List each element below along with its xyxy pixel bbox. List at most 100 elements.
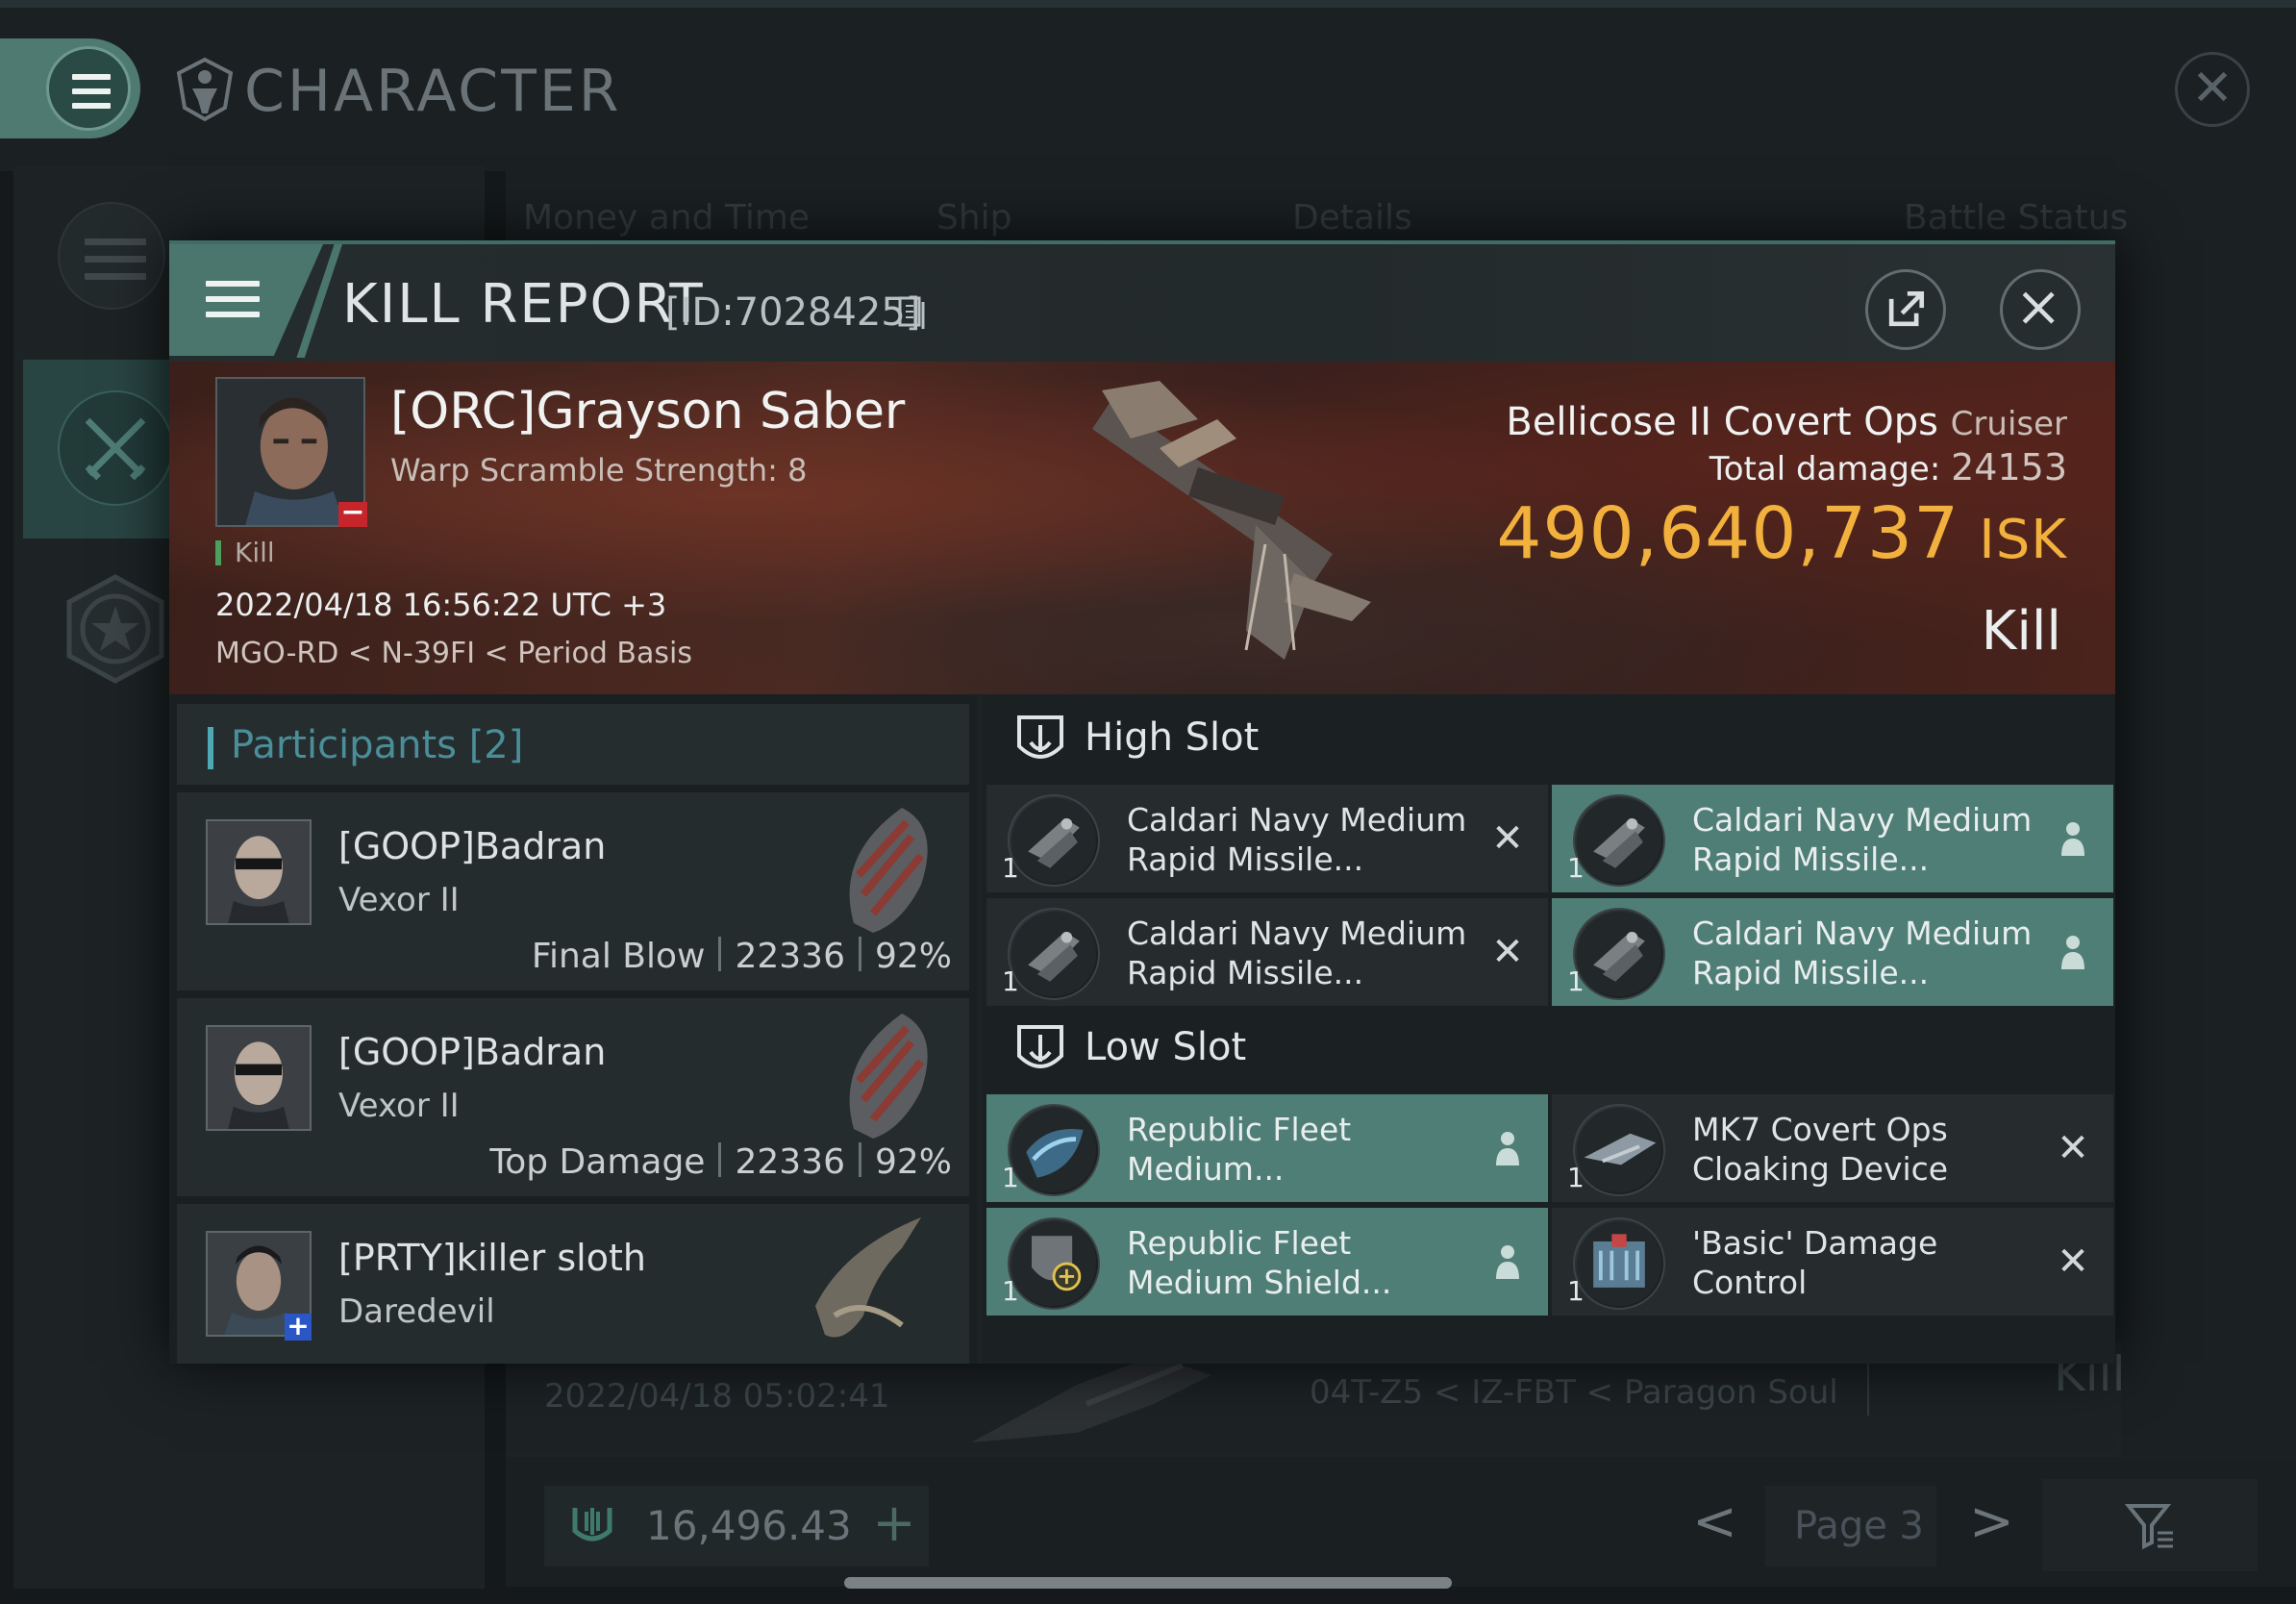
participant-percent: 92% — [874, 937, 952, 976]
page-prev-button[interactable]: < — [1692, 1491, 1737, 1553]
module-quantity: 1 — [1002, 852, 1019, 884]
participants-accent-bar — [208, 727, 213, 769]
victim-ship-name[interactable]: Bellicose II Covert Ops Cruiser — [1506, 400, 2067, 444]
kill-result: Kill — [1981, 600, 2061, 663]
damage-control-icon — [1573, 1217, 1665, 1310]
rail-combat-button[interactable] — [58, 390, 173, 506]
participant-portrait — [206, 819, 312, 925]
share-button[interactable] — [1865, 269, 1946, 350]
destroyed-icon: ✕ — [2057, 1240, 2089, 1284]
scroll-indicator[interactable] — [844, 1577, 1452, 1589]
participant-name: [GOOP]Badran — [338, 1031, 607, 1073]
character-icon — [176, 57, 234, 122]
filter-icon — [2125, 1504, 2173, 1550]
participants-label: Participants — [231, 723, 457, 767]
participant-stats: Top Damage 22336 92% — [489, 1142, 952, 1182]
menu-icon — [206, 281, 260, 317]
page-indicator: Page 3 — [1794, 1504, 1924, 1548]
bg-tab-details[interactable]: Details — [1292, 198, 1412, 238]
kill-report-title: KILL REPORT — [342, 273, 705, 336]
daredevil-ship-icon — [815, 1217, 921, 1338]
module-name: Caldari Navy Medium Rapid Missile... — [1692, 915, 2033, 991]
top-strip — [0, 0, 2296, 8]
victim-banner: − [ORC]Grayson Saber Warp Scramble Stren… — [169, 362, 2115, 694]
vexor-ship-icon — [849, 1014, 928, 1139]
module-quantity: 1 — [1002, 1162, 1019, 1193]
module-item[interactable]: 1 Republic Fleet Medium Shield... — [986, 1208, 1548, 1316]
total-damage-label: Total damage: — [1709, 450, 1941, 489]
high-slot-icon — [1017, 715, 1063, 759]
participant-row[interactable]: [GOOP]Badran Vexor II Final Blow 22336 92% — [177, 792, 969, 990]
isk-unit: ISK — [1979, 509, 2067, 571]
victim-name[interactable]: [ORC]Grayson Saber — [390, 383, 905, 440]
module-item[interactable]: 1 MK7 Covert Ops Cloaking Device ✕ — [1552, 1094, 2113, 1202]
participants-count: [2] — [468, 723, 524, 767]
rail-star-button[interactable] — [60, 573, 171, 685]
participant-ship: Vexor II — [338, 1087, 460, 1125]
module-quantity: 1 — [1567, 965, 1585, 997]
cloaking-device-icon — [1573, 1104, 1665, 1196]
dropped-person-icon — [2061, 822, 2084, 856]
main-menu-button[interactable] — [0, 38, 140, 138]
list-icon — [85, 238, 146, 280]
destroyed-icon: ✕ — [2057, 1126, 2089, 1170]
module-name: MK7 Covert Ops Cloaking Device — [1692, 1111, 1949, 1188]
copy-icon[interactable] — [898, 294, 927, 329]
participants-panel: Participants [2] [GOOP]Badran Vexor II F… — [169, 694, 977, 1364]
participants-header: Participants [2] — [177, 704, 969, 785]
total-damage-value: 24153 — [1951, 446, 2067, 489]
dropped-person-icon — [1496, 1132, 1519, 1165]
module-item[interactable]: 1 Republic Fleet Medium... — [986, 1094, 1548, 1202]
share-icon — [1888, 290, 1925, 327]
participant-damage: 22336 — [735, 1142, 845, 1182]
wallet-add-button[interactable]: + — [869, 1492, 919, 1556]
rapid-missile-launcher-icon — [1573, 908, 1665, 1000]
close-icon — [2022, 291, 2055, 324]
participant-ship: Vexor II — [338, 881, 460, 919]
module-item[interactable]: 1 Caldari Navy Medium Rapid Missile... ✕ — [986, 898, 1548, 1006]
participant-damage: 22336 — [735, 937, 845, 976]
bg-row-location: 04T-Z5 < IZ-FBT < Paragon Soul — [1310, 1373, 1838, 1412]
participant-name: [GOOP]Badran — [338, 825, 607, 867]
participant-row[interactable]: [GOOP]Badran Vexor II Top Damage 22336 92% — [177, 998, 969, 1196]
module-quantity: 1 — [1002, 1275, 1019, 1307]
victim-ship-render — [1092, 381, 1371, 660]
ship-name-text: Bellicose II Covert Ops — [1506, 400, 1938, 444]
total-damage-line: Total damage: 24153 — [1710, 446, 2067, 489]
module-item[interactable]: 1 Caldari Navy Medium Rapid Missile... — [1552, 898, 2113, 1006]
participants-title: Participants [2] — [231, 723, 523, 767]
rapid-missile-launcher-icon — [1008, 794, 1100, 887]
participant-row[interactable]: + [PRTY]killer sloth Daredevil — [177, 1204, 969, 1364]
module-name: Caldari Navy Medium Rapid Missile... — [1127, 801, 1467, 878]
app-close-button[interactable]: ✕ — [2175, 52, 2250, 127]
module-quantity: 1 — [1567, 1275, 1585, 1307]
participant-percent: 92% — [874, 1142, 952, 1182]
participant-stats: Final Blow 22336 92% — [532, 937, 952, 976]
wallet-balance: 16,496.43 — [646, 1502, 852, 1549]
shield-booster-icon — [1008, 1217, 1100, 1310]
module-item[interactable]: 1 Caldari Navy Medium Rapid Missile... — [1552, 785, 2113, 892]
participant-role: Top Damage — [489, 1142, 706, 1182]
menu-icon — [46, 46, 131, 131]
page-next-button[interactable]: > — [1969, 1491, 2014, 1553]
shield-extender-icon — [1008, 1104, 1100, 1196]
module-item[interactable]: 1 Caldari Navy Medium Rapid Missile... ✕ — [986, 785, 1548, 892]
friendly-badge-icon: + — [285, 1313, 312, 1341]
module-quantity: 1 — [1002, 965, 1019, 997]
module-quantity: 1 — [1567, 852, 1585, 884]
bg-tab-ship[interactable]: Ship — [936, 198, 1012, 238]
participant-portrait — [206, 1025, 312, 1131]
module-name: Republic Fleet Medium... — [1127, 1111, 1352, 1188]
module-quantity: 1 — [1567, 1162, 1585, 1193]
close-button[interactable] — [2000, 269, 2081, 350]
fitting-panel: High Slot 1 Caldari Navy Medium Rapid Mi… — [983, 694, 2115, 1364]
bg-tab-battle-status[interactable]: Battle Status — [1904, 198, 2128, 238]
bg-tab-money[interactable]: Money and Time — [523, 198, 810, 238]
rail-list-button[interactable] — [58, 202, 165, 310]
module-name: Caldari Navy Medium Rapid Missile... — [1127, 915, 1467, 991]
high-slot-header: High Slot — [983, 694, 2115, 783]
module-item[interactable]: 1 'Basic' Damage Control ✕ — [1552, 1208, 2113, 1316]
kill-location[interactable]: MGO-RD < N-39FI < Period Basis — [215, 637, 692, 670]
module-name: 'Basic' Damage Control — [1692, 1224, 1938, 1301]
victim-subtitle: Warp Scramble Strength: 8 — [390, 452, 808, 489]
